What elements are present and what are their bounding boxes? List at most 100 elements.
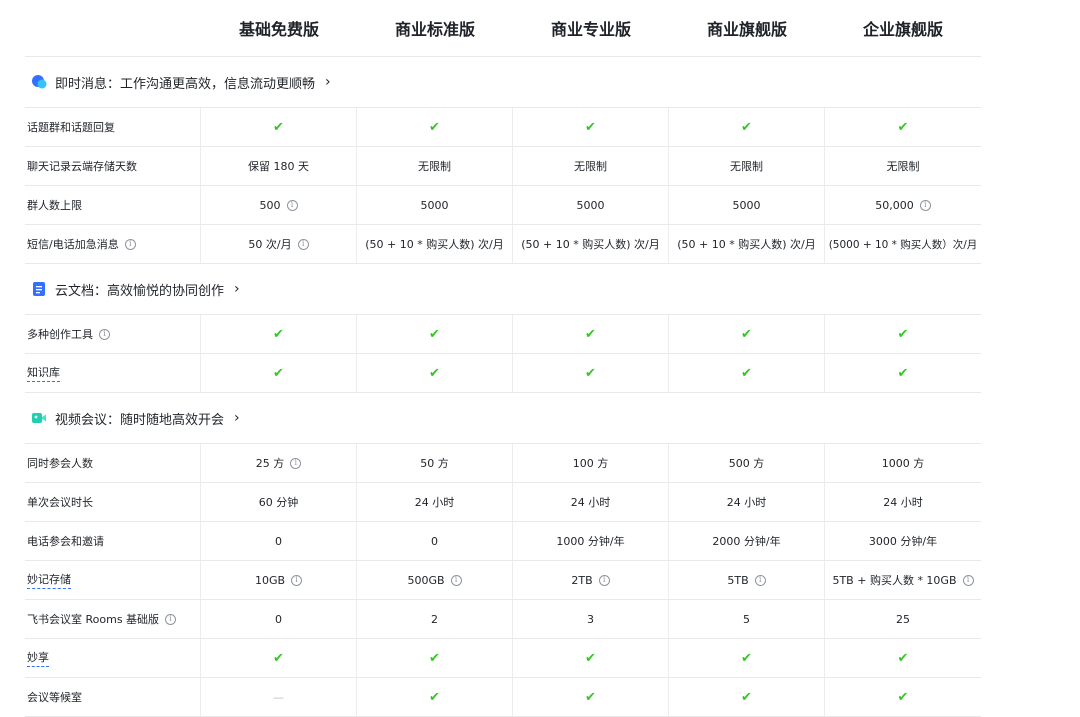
check-icon: ✔ [429, 119, 440, 135]
check-icon: ✔ [585, 119, 596, 135]
table-cell: 5TB i [669, 561, 825, 599]
feature-label: 同时参会人数 [25, 444, 201, 482]
check-icon: ✔ [897, 689, 909, 705]
table-cell: 24 小时 [357, 483, 513, 521]
cell-text: 5TB + 购买人数 * 10GB [832, 574, 957, 587]
cell-text: 500 [259, 198, 281, 212]
check-icon: ✔ [585, 365, 596, 381]
table-row: 妙记存储 10GB i 500GB i 2TB i 5TB i 5TB + 购买人数 *… [25, 561, 981, 600]
table-row: 单次会议时长 60 分钟 24 小时 24 小时 24 小时 24 小时 [25, 483, 981, 522]
feature-cell: 妙享 [25, 639, 201, 677]
table-row: 话题群和话题回复 ✔ ✔ ✔ ✔ ✔ [25, 108, 981, 147]
info-icon[interactable]: i [754, 574, 766, 586]
feature-cell: 妙记存储 [25, 561, 201, 599]
video-camera-icon [31, 410, 47, 426]
info-icon[interactable]: i [297, 238, 309, 250]
check-icon: ✔ [585, 326, 596, 342]
table-row: 短信/电话加急消息 i 50 次/月 i (50 + 10 * 购买人数) 次/月 … [25, 225, 981, 264]
feature-label: 会议等候室 [25, 678, 201, 716]
header-spacer [25, 0, 201, 56]
feature-label: 群人数上限 [25, 186, 201, 224]
info-icon[interactable]: i [450, 574, 462, 586]
table-cell: 5 [669, 600, 825, 638]
feature-label[interactable]: 知识库 [27, 364, 60, 382]
table-cell: 2000 分钟/年 [669, 522, 825, 560]
cell-text: 50 次/月 [248, 238, 292, 251]
table-cell: 3 [513, 600, 669, 638]
chevron-right-icon: › [325, 74, 331, 90]
info-icon[interactable]: i [919, 199, 931, 211]
pricing-comparison-table: 基础免费版 商业标准版 商业专业版 商业旗舰版 企业旗舰版 即时消息：工作沟通更… [25, 0, 981, 717]
table-cell: (50 + 10 * 购买人数) 次/月 [513, 225, 669, 263]
info-icon[interactable]: i [962, 574, 974, 586]
feature-label[interactable]: 妙记存储 [27, 571, 71, 589]
table-cell: 500 i [201, 186, 357, 224]
check-icon: ✔ [585, 650, 596, 666]
table-cell: 24 小时 [513, 483, 669, 521]
cell-text: 50,000 [875, 198, 914, 212]
section-header-video[interactable]: 视频会议：随时随地高效开会 › [25, 393, 981, 444]
info-icon[interactable]: i [124, 238, 136, 250]
table-cell: 无限制 [357, 147, 513, 185]
plan-header-enterprise: 企业旗舰版 [862, 20, 943, 39]
section-header-im[interactable]: 即时消息：工作沟通更高效，信息流动更顺畅 › [25, 57, 981, 108]
table-cell: 0 [201, 522, 357, 560]
table-row: 会议等候室 — ✔ ✔ ✔ ✔ [25, 678, 981, 717]
chevron-right-icon: › [234, 410, 240, 426]
info-icon[interactable]: i [99, 328, 110, 340]
table-cell: (50 + 10 * 购买人数) 次/月 [357, 225, 513, 263]
table-cell: 1000 方 [881, 457, 925, 470]
table-cell: 0 [357, 522, 513, 560]
check-icon: ✔ [273, 365, 284, 381]
table-cell: 5TB + 购买人数 * 10GB i [825, 561, 981, 599]
check-icon: ✔ [429, 365, 440, 381]
info-icon[interactable]: i [291, 574, 303, 586]
feature-label: 单次会议时长 [25, 483, 201, 521]
table-cell: 10GB i [201, 561, 357, 599]
check-icon: ✔ [897, 119, 909, 135]
table-cell: 24 小时 [883, 496, 923, 509]
table-cell: 25 方 i [201, 444, 357, 482]
feature-label: 飞书会议室 Rooms 基础版 [27, 613, 160, 626]
check-icon: ✔ [273, 650, 284, 666]
feature-label: 聊天记录云端存储天数 [25, 147, 201, 185]
table-row: 飞书会议室 Rooms 基础版 i 0 2 3 5 25 [25, 600, 981, 639]
cell-text: 10GB [254, 573, 286, 587]
table-row: 聊天记录云端存储天数 保留 180 天 无限制 无限制 无限制 无限制 [25, 147, 981, 186]
feature-cell: 飞书会议室 Rooms 基础版 i [25, 600, 201, 638]
table-row: 电话参会和邀请 0 0 1000 分钟/年 2000 分钟/年 3000 分钟/… [25, 522, 981, 561]
info-icon[interactable]: i [290, 457, 302, 469]
table-cell: (5000 + 10 * 购买人数）次/月 [828, 238, 978, 251]
check-icon: ✔ [897, 365, 909, 381]
table-cell: 50 方 [357, 444, 513, 482]
table-cell: 50,000 i [825, 186, 981, 224]
table-cell: 无限制 [513, 147, 669, 185]
table-cell: 5000 [513, 186, 669, 224]
feature-cell: 知识库 [25, 354, 201, 392]
plan-header-row: 基础免费版 商业标准版 商业专业版 商业旗舰版 企业旗舰版 [25, 0, 981, 57]
table-cell: 3000 分钟/年 [868, 535, 938, 548]
feature-label: 短信/电话加急消息 [27, 238, 119, 251]
table-cell: 60 分钟 [201, 483, 357, 521]
table-row: 知识库 ✔ ✔ ✔ ✔ ✔ [25, 354, 981, 393]
table-cell: 无限制 [669, 147, 825, 185]
info-icon[interactable]: i [286, 199, 298, 211]
table-cell: 2 [357, 600, 513, 638]
check-icon: ✔ [741, 119, 752, 135]
section-title-docs: 云文档：高效愉悦的协同创作 [55, 283, 225, 299]
chat-bubble-icon [31, 74, 47, 90]
check-icon: ✔ [429, 689, 440, 705]
feature-label: 电话参会和邀请 [25, 522, 201, 560]
table-cell: 2TB i [513, 561, 669, 599]
info-icon[interactable]: i [598, 574, 610, 586]
dash-icon: — [273, 690, 284, 704]
table-row: 多种创作工具 i ✔ ✔ ✔ ✔ ✔ [25, 315, 981, 354]
section-header-docs[interactable]: 云文档：高效愉悦的协同创作 › [25, 264, 981, 315]
chevron-right-icon: › [234, 281, 240, 297]
cell-text: 5TB [727, 573, 749, 587]
feature-label[interactable]: 妙享 [27, 649, 49, 667]
section-title-im: 即时消息：工作沟通更高效，信息流动更顺畅 [55, 76, 316, 92]
check-icon: ✔ [273, 326, 284, 342]
info-icon[interactable]: i [165, 613, 177, 625]
check-icon: ✔ [741, 650, 752, 666]
